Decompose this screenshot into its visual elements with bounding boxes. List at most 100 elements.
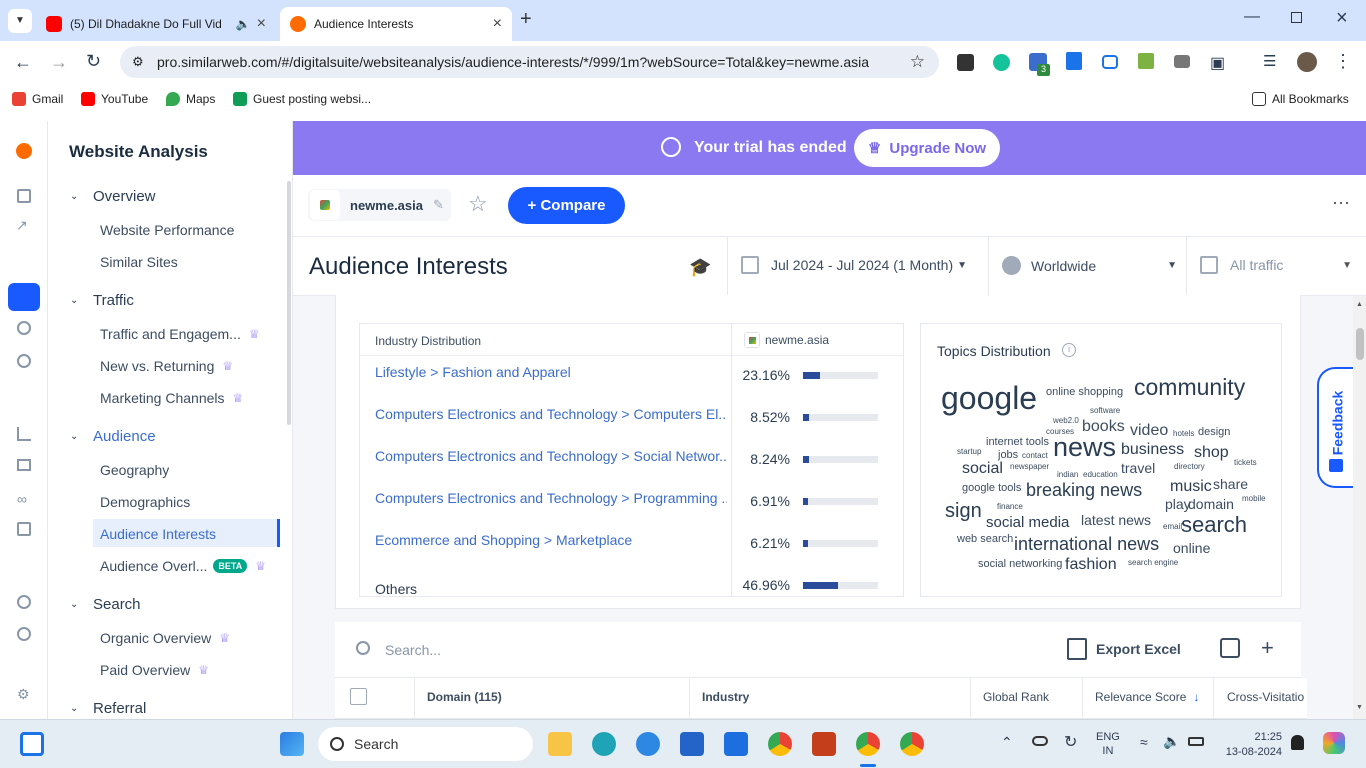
chrome-profile-icon[interactable] [900, 732, 924, 756]
cloud-icon[interactable] [1032, 736, 1048, 746]
edit-pencil-icon[interactable]: ✎ [433, 197, 444, 213]
hp-icon[interactable] [724, 732, 748, 756]
upgrade-button[interactable]: ♕ Upgrade Now [854, 129, 1000, 167]
nav-website-performance[interactable]: Website Performance [100, 222, 234, 238]
industry-name[interactable]: Ecommerce and Shopping > Marketplace [375, 532, 727, 548]
help-icon[interactable] [636, 732, 660, 756]
page-scrollbar[interactable]: ▲ ▼ [1353, 296, 1366, 719]
compare-button[interactable]: + Compare [508, 187, 625, 224]
scroll-thumb[interactable] [1356, 328, 1364, 360]
sidebar-scrollbar[interactable] [287, 181, 291, 425]
grammarly-icon[interactable] [993, 54, 1010, 71]
col-cross-visitation[interactable]: Cross-Visitatio [1227, 690, 1307, 704]
battery-icon[interactable] [1188, 737, 1204, 746]
nav-new-vs-returning[interactable]: New vs. Returning ♕ [100, 358, 233, 374]
nav-section-overview[interactable]: ⌄ Overview [70, 188, 156, 205]
nav-audience-interests[interactable]: Audience Interests [100, 526, 216, 542]
tab-search-button[interactable]: ▼ [8, 9, 32, 33]
export-excel-button[interactable]: Export Excel [1067, 638, 1181, 660]
extensions-puzzle-icon[interactable]: ▣ [1210, 53, 1225, 73]
menu-dots-icon[interactable]: ⋮ [1334, 51, 1352, 72]
chevron-up-icon[interactable]: ⌃ [1001, 734, 1013, 751]
site-chip[interactable]: newme.asia ✎ [308, 189, 451, 221]
windows-start-icon[interactable] [280, 732, 304, 756]
nav-traffic-engagement[interactable]: Traffic and Engagem... ♕ [100, 326, 260, 342]
col-global-rank[interactable]: Global Rank [983, 690, 1049, 704]
industry-name[interactable]: Computers Electronics and Technology > C… [375, 406, 727, 422]
industry-name[interactable]: Computers Electronics and Technology > P… [375, 490, 727, 506]
powerpoint-icon[interactable] [812, 732, 836, 756]
traffic-source-picker[interactable]: All traffic ▼ [1200, 256, 1352, 274]
back-icon[interactable]: ← [14, 52, 32, 73]
country-picker[interactable]: Worldwide ▼ [1002, 256, 1177, 275]
nav-section-audience[interactable]: ⌄ Audience [70, 428, 156, 445]
all-bookmarks[interactable]: All Bookmarks [1252, 92, 1349, 106]
nav-audience-overlap[interactable]: Audience Overl... BETA ♕ [100, 558, 266, 574]
scroll-down-arrow[interactable]: ▼ [1356, 704, 1363, 711]
scroll-up-arrow[interactable]: ▲ [1356, 301, 1363, 308]
media-control-icon[interactable]: ☰ [1263, 52, 1276, 70]
volume-icon[interactable]: 🔈 [1163, 733, 1180, 750]
copilot-icon[interactable] [1323, 732, 1345, 754]
favorite-star-icon[interactable]: ☆ [468, 191, 488, 217]
col-domain[interactable]: Domain (115) [427, 690, 502, 704]
bookmark-gmail[interactable]: Gmail [12, 92, 63, 106]
academy-icon[interactable]: 🎓 [689, 257, 711, 278]
extension-icon[interactable] [1102, 55, 1118, 69]
magnify-icon[interactable] [17, 627, 31, 641]
new-tab-button[interactable]: + [520, 8, 532, 31]
wifi-icon[interactable]: ≈ [1140, 734, 1148, 750]
globe-icon[interactable] [17, 321, 31, 335]
download-icon[interactable] [1066, 52, 1082, 70]
address-bar[interactable]: ⚙ pro.similarweb.com/#/digitalsuite/webs… [120, 46, 939, 78]
search-input[interactable]: Search... [385, 642, 441, 658]
info-icon[interactable]: i [1062, 343, 1076, 357]
nav-section-referral[interactable]: ⌄ Referral [70, 700, 146, 717]
tab-youtube[interactable]: (5) Dil Dhadakne Do Full Vid 🔈 × [36, 7, 276, 41]
minimize-button[interactable]: — [1244, 8, 1260, 26]
industry-row[interactable]: Computers Electronics and Technology > C… [360, 406, 903, 440]
similarweb-logo[interactable] [16, 143, 32, 159]
bar-chart-icon[interactable] [17, 427, 31, 441]
industry-row[interactable]: Computers Electronics and Technology > S… [360, 448, 903, 482]
site-info-icon[interactable]: ⚙ [132, 54, 144, 70]
bookmark-guest-posting[interactable]: Guest posting websi... [233, 92, 371, 106]
industry-row[interactable]: Ecommerce and Shopping > Marketplace 6.21… [360, 532, 903, 566]
edge-icon[interactable] [592, 732, 616, 756]
more-options-icon[interactable]: ⋯ [1332, 193, 1350, 214]
select-all-checkbox[interactable] [350, 688, 367, 705]
date-range-picker[interactable]: Jul 2024 - Jul 2024 (1 Month) ▼ [741, 256, 967, 274]
chrome-icon[interactable] [768, 732, 792, 756]
keyword-icon[interactable] [17, 459, 31, 471]
nav-geography[interactable]: Geography [100, 462, 169, 478]
bookmark-maps[interactable]: Maps [166, 92, 215, 106]
feedback-tab[interactable]: Feedback [1317, 367, 1353, 488]
pie-icon[interactable] [17, 354, 31, 368]
nav-organic-overview[interactable]: Organic Overview ♕ [100, 630, 230, 646]
chrome-profile-icon[interactable] [856, 732, 880, 756]
file-explorer-icon[interactable] [548, 732, 572, 756]
industry-row[interactable]: Lifestyle > Fashion and Apparel 23.16% [360, 364, 903, 398]
close-icon[interactable]: × [493, 15, 502, 33]
nav-section-traffic[interactable]: ⌄ Traffic [70, 292, 134, 309]
restore-button[interactable] [1291, 12, 1302, 23]
tab-audience-interests[interactable]: Audience Interests × [280, 7, 512, 41]
nav-marketing-channels[interactable]: Marketing Channels ♕ [100, 390, 243, 406]
widgets-icon[interactable] [20, 732, 44, 756]
document-icon[interactable] [17, 522, 31, 536]
close-icon[interactable]: × [257, 15, 266, 33]
bookmark-star-icon[interactable]: ☆ [910, 52, 925, 72]
globe-search-icon[interactable] [17, 595, 31, 609]
nav-demographics[interactable]: Demographics [100, 494, 190, 510]
forward-icon[interactable]: → [50, 52, 68, 73]
industry-name[interactable]: Computers Electronics and Technology > S… [375, 448, 727, 464]
dashboard-icon[interactable] [17, 189, 31, 203]
column-settings-icon[interactable] [1220, 638, 1240, 658]
clock[interactable]: 21:25 13-08-2024 [1218, 730, 1282, 760]
notification-bell-icon[interactable] [1291, 735, 1304, 750]
extension-icon[interactable] [1138, 53, 1154, 69]
extension-icon[interactable] [957, 54, 974, 71]
link-icon[interactable]: ∞ [17, 491, 27, 507]
store-icon[interactable] [680, 732, 704, 756]
settings-icon[interactable]: ⚙ [17, 686, 30, 703]
